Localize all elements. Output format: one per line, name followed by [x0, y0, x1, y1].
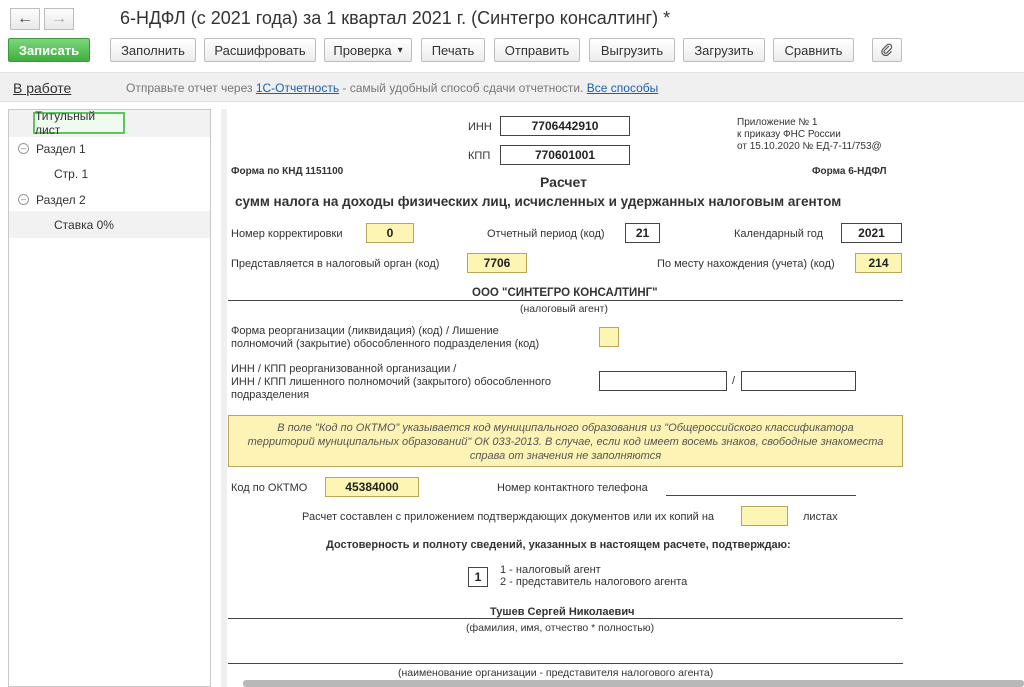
kpp-field[interactable]: 770601001: [500, 145, 630, 165]
paperclip-icon: [881, 43, 893, 57]
correction-label: Номер корректировки: [231, 228, 343, 240]
knd-label: Форма по КНД 1151100: [231, 166, 344, 177]
status-bar: В работе Отправьте отчет через 1С-Отчетн…: [0, 72, 1024, 102]
status-state-link[interactable]: В работе: [13, 80, 71, 96]
oktmo-notice: В поле "Код по ОКТМО" указывается код му…: [228, 415, 903, 467]
vertical-scrollbar[interactable]: [221, 109, 227, 687]
reorg-label-line-1: Форма реорганизации (ликвидация) (код) /…: [231, 325, 499, 337]
link-all-ways[interactable]: Все способы: [587, 81, 659, 95]
notice-line-3: справа от значения не заполняются: [469, 450, 662, 462]
reorg-kpp-field[interactable]: [741, 371, 856, 391]
signer-name[interactable]: Тушев Сергей Николаевич: [490, 606, 634, 618]
location-field[interactable]: 214: [855, 253, 902, 273]
form-name: Форма 6-НДФЛ: [812, 166, 887, 177]
slash-separator: /: [732, 375, 736, 387]
sheets-label: листах: [803, 511, 838, 523]
attachment-label: Расчет составлен с приложением подтвержд…: [302, 511, 715, 523]
link-1c-reporting[interactable]: 1С-Отчетность: [256, 81, 339, 95]
phone-field[interactable]: [666, 495, 856, 496]
sections-tree: Титульный лист – Раздел 1 Стр. 1 – Разде…: [8, 109, 211, 687]
tree-item-rate-0[interactable]: Ставка 0%: [54, 218, 114, 232]
inn-label: ИНН: [468, 121, 492, 133]
forward-button[interactable]: →: [44, 8, 74, 30]
status-text: Отправьте отчет через: [126, 81, 256, 95]
form-subheading: сумм налога на доходы физических лиц, ис…: [235, 194, 842, 209]
reorg-inn-label-line-2: ИНН / КПП лишенного полномочий (закрытог…: [231, 376, 551, 388]
representative-field[interactable]: [228, 663, 903, 664]
signer-caption: (фамилия, имя, отчество * полностью): [466, 622, 655, 634]
organization-caption: (налоговый агент): [520, 303, 608, 315]
arrow-left-icon: ←: [17, 10, 33, 27]
chevron-down-icon: ▾: [397, 44, 403, 56]
back-button[interactable]: ←: [10, 8, 40, 30]
location-label: По месту нахождения (учета) (код): [657, 258, 835, 270]
representative-caption: (наименование организации - представител…: [398, 667, 714, 679]
save-button[interactable]: Записать: [8, 38, 90, 62]
inn-field[interactable]: 7706442910: [500, 116, 630, 136]
year-field[interactable]: 2021: [841, 223, 902, 243]
notice-line-2: территорий муниципальных образований" ОК…: [247, 436, 884, 448]
tax-org-label: Представляется в налоговый орган (код): [231, 258, 440, 270]
period-label: Отчетный период (код): [487, 228, 605, 240]
kpp-label: КПП: [468, 150, 491, 162]
organization-name[interactable]: ООО "СИНТЕГРО КОНСАЛТИНГ": [472, 287, 658, 299]
divider: [228, 618, 903, 619]
print-button[interactable]: Печать: [421, 38, 485, 62]
correction-field[interactable]: 0: [366, 223, 414, 243]
decode-button[interactable]: Расшифровать: [204, 38, 316, 62]
export-button[interactable]: Выгрузить: [589, 38, 675, 62]
divider: [228, 300, 903, 301]
year-label: Календарный год: [734, 228, 824, 240]
compare-button[interactable]: Сравнить: [773, 38, 854, 62]
oktmo-field[interactable]: 45384000: [325, 477, 419, 497]
reorg-code-field[interactable]: [599, 327, 619, 347]
send-button[interactable]: Отправить: [494, 38, 580, 62]
appendix-line-2: к приказу ФНС России: [737, 129, 841, 140]
status-message: Отправьте отчет через 1С-Отчетность - са…: [126, 81, 658, 95]
reorg-inn-label-line-3: подразделения: [231, 389, 310, 401]
phone-label: Номер контактного телефона: [497, 482, 648, 494]
tree-item-page-1[interactable]: Стр. 1: [54, 167, 88, 181]
collapse-icon[interactable]: –: [18, 143, 29, 154]
form-heading: Расчет: [540, 174, 587, 190]
signer-code-field[interactable]: 1: [468, 567, 488, 587]
notice-line-1: В поле "Код по ОКТМО" указывается код му…: [277, 422, 854, 434]
fill-button[interactable]: Заполнить: [110, 38, 196, 62]
appendix-line-3: от 15.10.2020 № ЕД-7-11/753@: [737, 141, 882, 152]
appendix-line-1: Приложение № 1: [737, 117, 818, 128]
check-label: Проверка: [333, 42, 392, 58]
tax-org-field[interactable]: 7706: [467, 253, 527, 273]
signer-option-1: 1 - налоговый агент: [500, 564, 601, 576]
tree-item-section-2[interactable]: Раздел 2: [36, 193, 86, 207]
check-button[interactable]: Проверка ▾: [324, 38, 412, 62]
collapse-icon[interactable]: –: [18, 194, 29, 205]
tree-item-title-sheet[interactable]: Титульный лист: [33, 109, 125, 137]
reorg-label-line-2: полномочий (закрытие) обособленного подр…: [231, 338, 540, 350]
reorg-inn-field[interactable]: [599, 371, 727, 391]
confirmation-text: Достоверность и полноту сведений, указан…: [326, 539, 791, 551]
signer-option-2: 2 - представитель налогового агента: [500, 576, 688, 588]
period-field[interactable]: 21: [625, 223, 660, 243]
status-text-mid: - самый удобный способ сдачи отчетности.: [339, 81, 587, 95]
page-title: 6-НДФЛ (с 2021 года) за 1 квартал 2021 г…: [120, 8, 671, 28]
attach-button[interactable]: [872, 38, 902, 62]
horizontal-scrollbar[interactable]: [243, 680, 1024, 687]
reorg-inn-label-line-1: ИНН / КПП реорганизованной организации /: [231, 363, 457, 375]
oktmo-label: Код по ОКТМО: [231, 482, 308, 494]
sheets-count-field[interactable]: [741, 506, 788, 526]
tree-item-section-1[interactable]: Раздел 1: [36, 142, 86, 156]
arrow-right-icon: →: [51, 10, 67, 27]
import-button[interactable]: Загрузить: [683, 38, 765, 62]
